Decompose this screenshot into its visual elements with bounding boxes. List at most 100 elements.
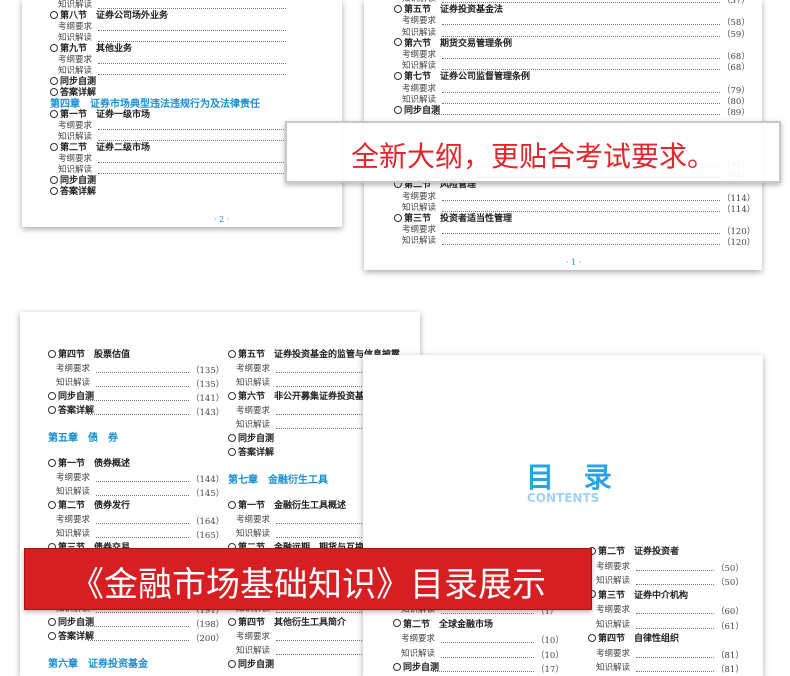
toc-section: 第四节 其他衍生工具简介: [228, 617, 347, 629]
bullet-icon: [48, 458, 56, 467]
toc-item: 考纲要求: [402, 192, 436, 203]
toc-item: 考纲要求: [58, 154, 92, 165]
bullet-icon: [228, 349, 236, 358]
toc-page-ref: （114）: [722, 204, 756, 215]
toc-text: 知识解读: [596, 576, 631, 586]
toc-text: 考纲要求: [402, 16, 437, 27]
bullet-icon: [48, 631, 56, 640]
toc-text: 第四节 自律性组织: [598, 634, 680, 644]
toc-text: 第六节 期货交易管理条例: [404, 38, 513, 49]
toc-text: 第五章 债 券: [48, 432, 118, 444]
toc-section: 第二节 证券二级市场: [50, 142, 151, 154]
toc-page-ref: （81）: [716, 665, 744, 675]
leader-dots: [442, 210, 720, 212]
toc-text: 第六章 证券投资基金: [48, 658, 148, 670]
toc-text: 知识解读: [401, 648, 436, 659]
toc-text: 考纲要求: [56, 515, 91, 526]
bullet-icon: [393, 662, 401, 671]
toc-page-ref: （10）: [536, 636, 564, 646]
leader-dots: [98, 140, 286, 141]
toc-page-ref: （17）: [536, 665, 564, 675]
toc-text: 考纲要求: [402, 225, 437, 236]
toc-text: 第九节 其他业务: [60, 44, 133, 54]
toc-title-page: 第二节 证券投资者 考纲要求 （50） 知识解读 （50） 第三节 证券中介机构 考纲要求 （…: [363, 355, 763, 676]
leader-dots: [442, 91, 720, 93]
toc-page-ref: （198）: [191, 620, 225, 630]
leader-dots: [442, 69, 720, 71]
toc-text: 第一节 证券一级市场: [60, 110, 151, 120]
toc-item: 考纲要求: [58, 55, 92, 66]
toc-text: 同步自测: [238, 660, 275, 670]
title-banner-text: 《金融市场基础知识》目录展示: [70, 565, 546, 605]
toc-item: 知识解读: [58, 33, 92, 44]
toc-text: 知识解读: [58, 33, 93, 43]
toc-text: 同步自测: [60, 176, 97, 186]
toc-text: 第二节 全球金融市场: [403, 619, 494, 630]
leader-dots: [96, 481, 189, 483]
toc-text: 知识解读: [56, 529, 91, 540]
toc-section: 答案详解: [228, 447, 275, 459]
toc-item: 考纲要求: [58, 121, 92, 132]
bullet-icon: [48, 405, 56, 414]
toc-text: 知识解读: [236, 529, 271, 540]
title-mulu: 目 录: [526, 461, 622, 494]
leader-dots: [96, 612, 189, 613]
toc-item: 知识解读: [56, 378, 90, 389]
leader-dots: [441, 656, 534, 658]
bullet-icon: [50, 43, 58, 52]
toc-section: 同步自测: [393, 662, 439, 674]
toc-text: 答案详解: [238, 448, 275, 458]
toc-text: 第六节 非公开募集证券投资基金: [238, 392, 374, 402]
toc-text: 考纲要求: [236, 406, 271, 416]
bullet-icon: [394, 213, 402, 222]
leader-dots: [88, 640, 189, 641]
toc-page-3: 第四节 股票估值 考纲要求 （135） 知识解读 （135） 同步自测 （141） 答案详解 （…: [20, 312, 420, 676]
toc-text: 考纲要求: [58, 55, 93, 65]
toc-page-ref: （135）: [191, 380, 225, 390]
toc-text: 知识解读: [56, 487, 91, 498]
toc-item: 知识解读: [58, 0, 92, 11]
leader-dots: [96, 372, 189, 373]
toc-text: 第四节 其他衍生工具简介: [238, 618, 347, 628]
toc-item: 知识解读: [402, 61, 436, 72]
toc-item: 考纲要求: [402, 225, 436, 236]
leader-dots: [98, 63, 286, 64]
toc-text: 第一节 债券概述: [58, 459, 131, 470]
toc-item: 考纲要求: [56, 364, 90, 375]
toc-text: 知识解读: [402, 236, 437, 247]
toc-text: 考纲要求: [236, 364, 271, 374]
toc-section: 第六节 期货交易管理条例: [394, 38, 513, 50]
toc-text: 知识解读: [58, 0, 93, 10]
toc-page-ref: （68）: [722, 63, 750, 74]
toc-item: 知识解读: [596, 620, 630, 631]
toc-section: 第一节 金融衍生工具概述: [228, 500, 346, 512]
toc-item: 知识解读: [56, 487, 90, 498]
bullet-icon: [50, 186, 58, 195]
toc-text: 同步自测: [60, 77, 97, 87]
bullet-icon: [228, 617, 236, 626]
toc-text: 知识解读: [596, 619, 631, 630]
leader-dots: [433, 671, 534, 672]
toc-section: 同步自测: [48, 617, 94, 629]
title-banner: 《金融市场基础知识》目录展示: [24, 548, 592, 610]
leader-dots: [96, 523, 189, 525]
toc-text: 第二节 证券二级市场: [60, 143, 151, 153]
leader-dots: [88, 414, 189, 415]
leader-dots: [98, 30, 286, 31]
leader-dots: [98, 162, 286, 163]
toc-page-ref: （120）: [722, 227, 756, 238]
bullet-icon: [228, 500, 236, 509]
toc-page-ref: （61）: [716, 621, 744, 632]
leader-dots: [442, 102, 720, 104]
toc-page-ref: （50）: [716, 563, 744, 574]
bullet-icon: [394, 38, 402, 47]
toc-text: 知识解读: [402, 0, 436, 4]
toc-item: 考纲要求: [236, 632, 270, 643]
toc-section: 同步自测: [228, 433, 274, 445]
toc-text: 知识解读: [236, 378, 271, 388]
toc-item: 考纲要求: [56, 515, 90, 526]
leader-dots: [98, 74, 286, 75]
slogan-banner: 全新大纲，更贴合考试要求。: [285, 121, 781, 183]
toc-text: 知识解读: [56, 378, 91, 388]
toc-page-ref: （89）: [722, 108, 750, 118]
